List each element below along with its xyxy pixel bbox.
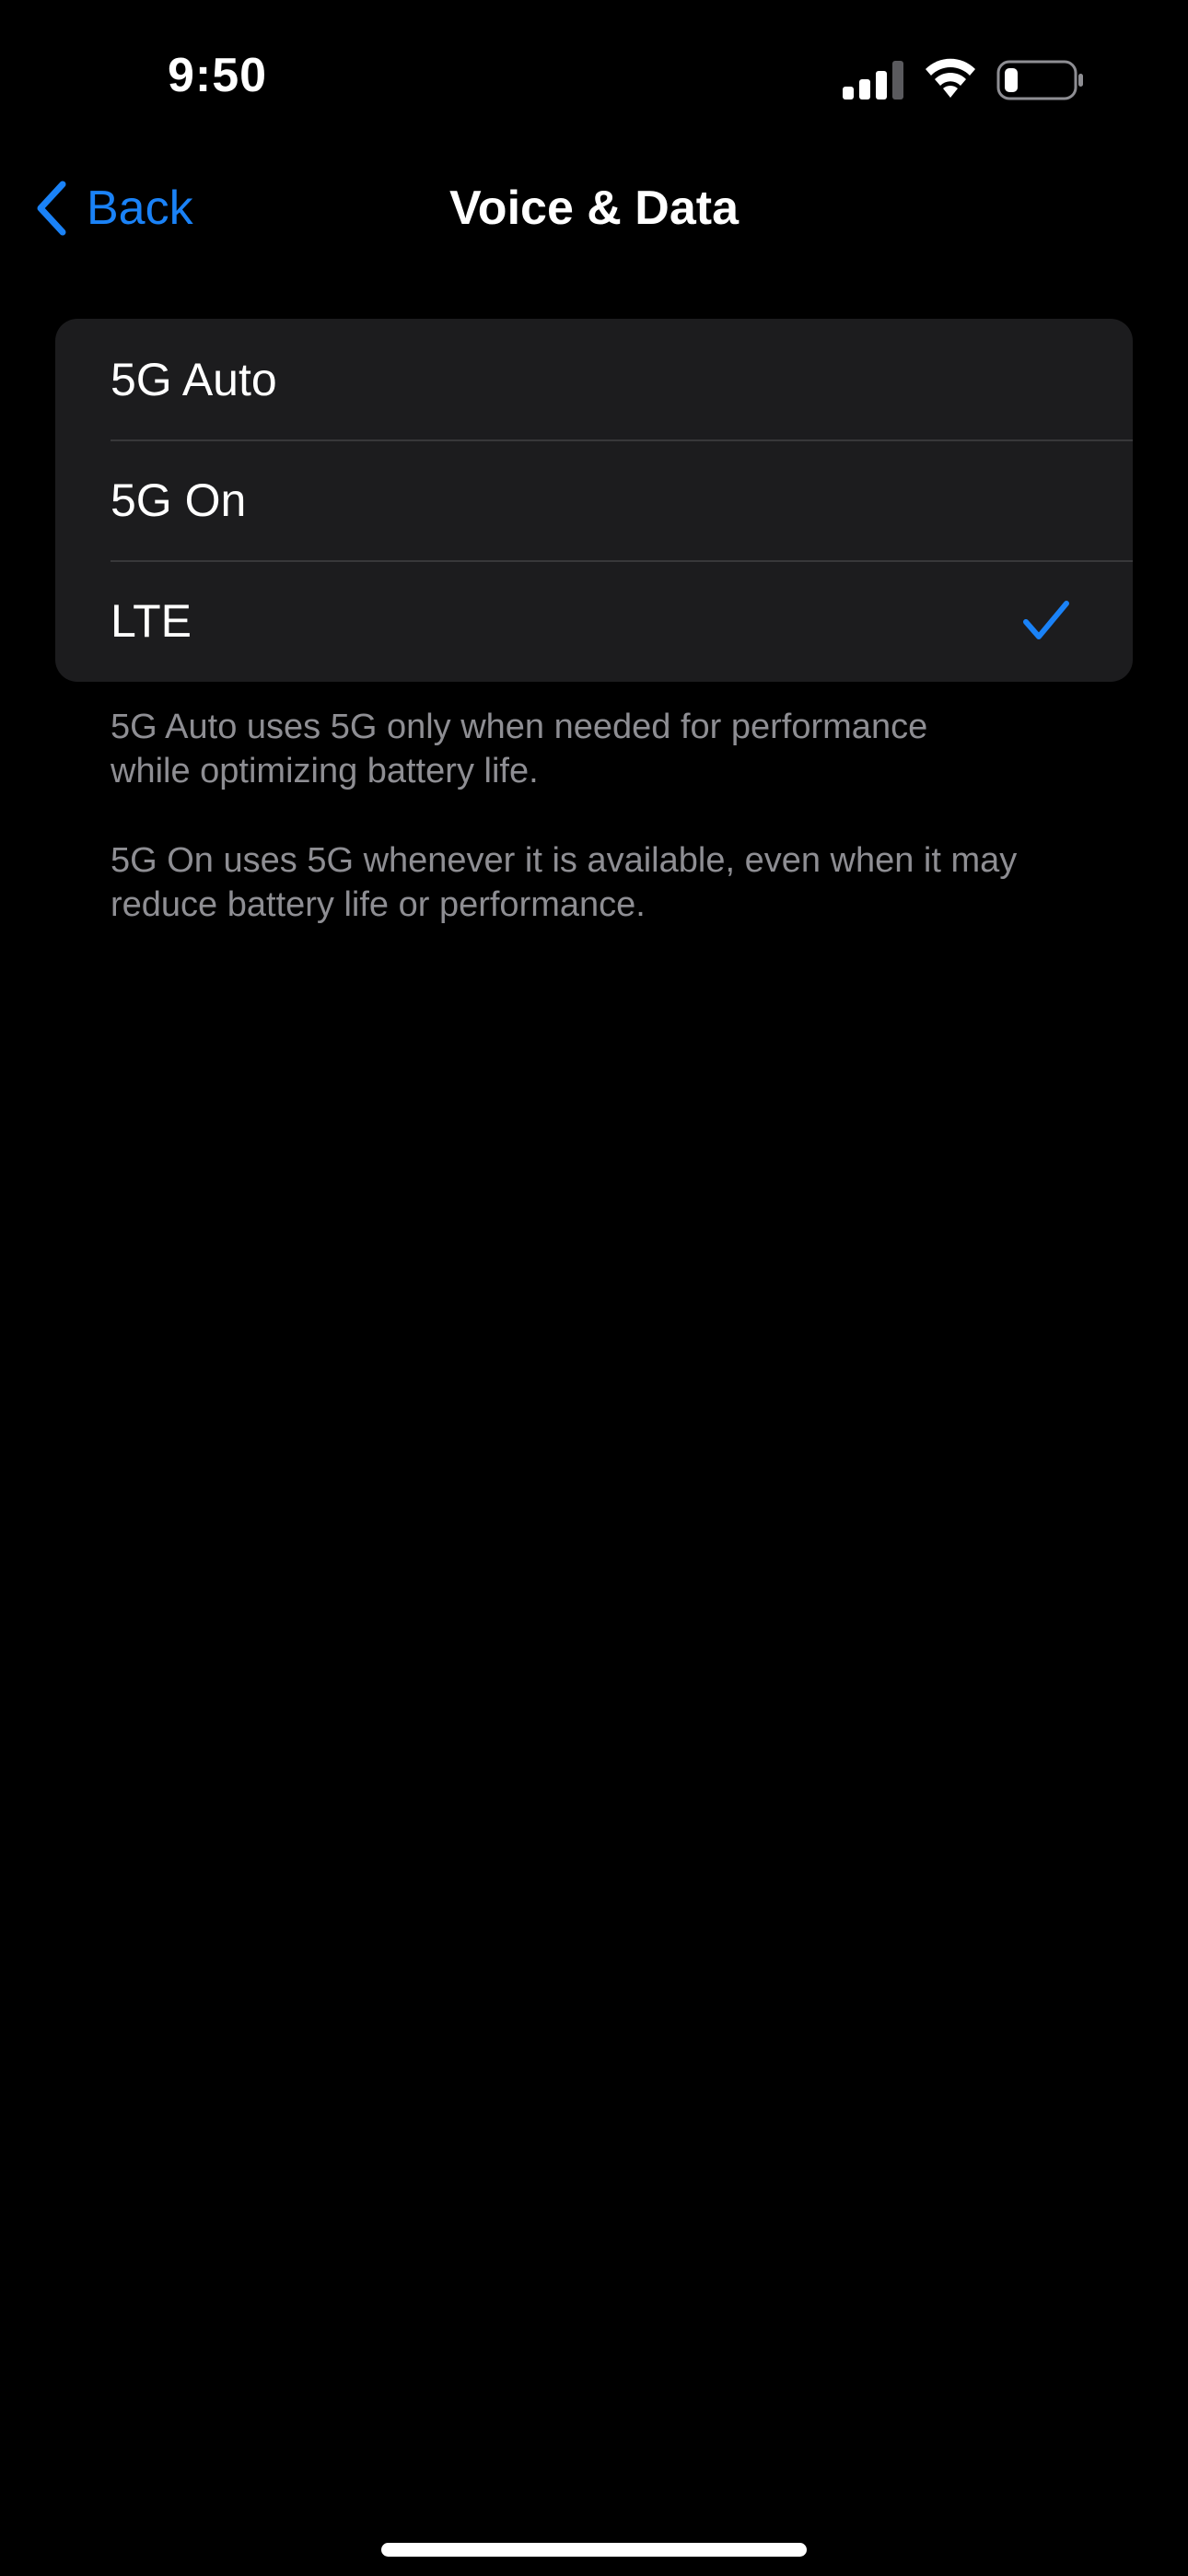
network-options-list: 5G Auto 5G On LTE [55,319,1133,682]
status-time: 9:50 [168,49,268,102]
option-label: 5G Auto [111,353,277,405]
description-line: reduce battery life or performance. [111,885,646,924]
navigation-bar: Back Voice & Data [0,157,1188,263]
option-label: 5G On [111,474,247,526]
option-5g-auto[interactable]: 5G Auto [55,319,1133,439]
option-lte[interactable]: LTE [55,560,1133,681]
option-5g-on[interactable]: 5G On [55,439,1133,560]
battery-low-icon [996,60,1083,100]
page-title: Voice & Data [448,181,740,235]
checkmark-icon [1023,601,1069,639]
wifi-icon [926,58,975,98]
status-bar: 9:50 [0,0,1188,157]
description-line: 5G On uses 5G whenever it is available, … [111,841,1018,880]
description-line: 5G Auto uses 5G only when needed for per… [111,708,928,746]
home-indicator[interactable] [381,2543,807,2557]
auto-description: 5G Auto uses 5G only when needed for per… [111,705,1105,793]
description-line: while optimizing battery life. [111,752,539,790]
option-label: LTE [111,594,192,647]
cellular-signal-icon [843,61,903,100]
on-description: 5G On uses 5G whenever it is available, … [111,838,1105,927]
